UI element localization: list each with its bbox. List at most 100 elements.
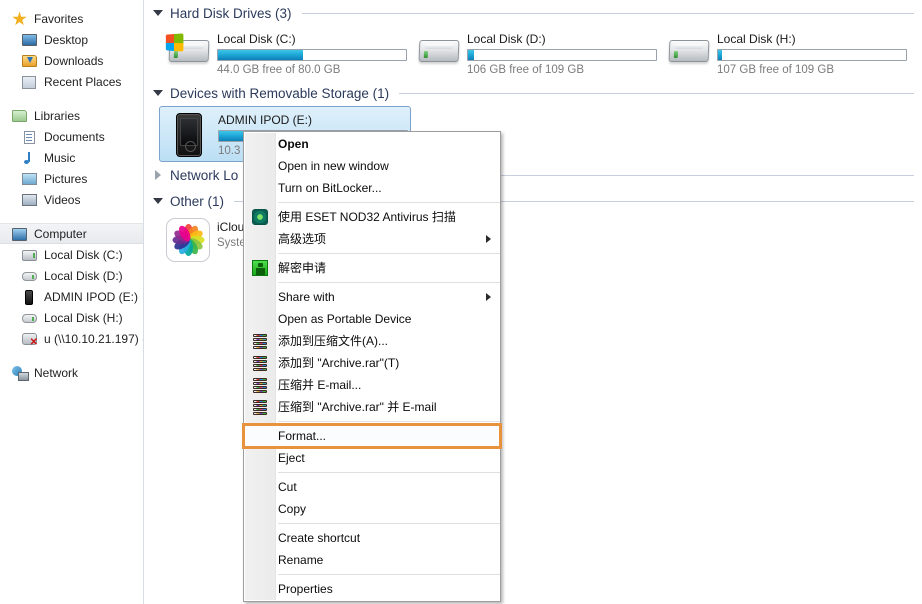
sidebar-item-videos[interactable]: Videos [0, 189, 143, 210]
group-header-hard-disk-drives[interactable]: Hard Disk Drives (3) [145, 0, 922, 26]
menu-item[interactable]: Format... [242, 423, 502, 449]
drive-tile[interactable]: Local Disk (H:) 107 GB free of 109 GB [659, 26, 909, 80]
sidebar-item-favorites[interactable]: Favorites [0, 8, 143, 29]
group-title: Hard Disk Drives (3) [170, 5, 292, 21]
menu-separator [278, 523, 500, 524]
sidebar-group-spacer [0, 210, 143, 223]
icloud-icon [163, 218, 213, 262]
sidebar-item-label: Recent Places [44, 74, 122, 89]
sidebar-item-u-10-10-21-197-z[interactable]: u (\\10.10.21.197) (Z: [0, 328, 143, 349]
sidebar-item-label: Local Disk (C:) [44, 247, 123, 262]
sidebar-item-local-disk-c[interactable]: Local Disk (C:) [0, 244, 143, 265]
context-menu[interactable]: Open Open in new window Turn on BitLocker.… [242, 131, 502, 602]
sidebar-item-pictures[interactable]: Pictures [0, 168, 143, 189]
chevron-down-icon[interactable] [153, 8, 163, 18]
drive-info: Local Disk (C:) 44.0 GB free of 80.0 GB [217, 30, 407, 76]
chevron-down-icon[interactable] [153, 196, 163, 206]
sidebar-item-local-disk-h[interactable]: Local Disk (H:) [0, 307, 143, 328]
menu-item[interactable]: Rename [244, 549, 500, 571]
desktop-icon [22, 32, 39, 48]
menu-item[interactable]: Share with [244, 286, 500, 308]
windows-logo-icon [165, 33, 184, 52]
sidebar-item-label: Desktop [44, 32, 89, 47]
menu-item-label: 添加到压缩文件(A)... [278, 334, 388, 348]
drive-name: ADMIN IPOD (E:) [218, 113, 313, 127]
menu-item-label: 添加到 "Archive.rar"(T) [278, 356, 400, 370]
menu-item[interactable]: Copy [244, 498, 500, 520]
drive-name: Local Disk (H:) [717, 32, 796, 46]
sidebar-item-label: Videos [44, 192, 81, 207]
menu-separator [278, 202, 500, 203]
sidebar-item-computer[interactable]: Computer [0, 223, 143, 244]
sidebar-item-label: Libraries [34, 108, 81, 123]
sidebar-item-admin-ipod-e[interactable]: ADMIN IPOD (E:) [0, 286, 143, 307]
menu-item[interactable]: 添加到压缩文件(A)... [244, 330, 500, 352]
menu-item[interactable]: Cut [244, 476, 500, 498]
sidebar-item-local-disk-d[interactable]: Local Disk (D:) [0, 265, 143, 286]
network-icon [12, 365, 29, 381]
menu-item-label: Open in new window [278, 159, 389, 173]
menu-item-label: 高级选项 [278, 232, 327, 246]
drive-tile[interactable]: Local Disk (C:) 44.0 GB free of 80.0 GB [159, 26, 409, 80]
menu-item-label: Turn on BitLocker... [278, 181, 382, 195]
sidebar-item-recent-places[interactable]: Recent Places [0, 71, 143, 92]
menu-item-label: 压缩到 "Archive.rar" 并 E-mail [278, 400, 437, 414]
downloads-folder-icon [22, 53, 39, 69]
hard-drive-icon [22, 310, 39, 326]
sidebar-item-label: Computer [34, 226, 87, 241]
menu-item[interactable]: Properties [244, 578, 500, 600]
hard-drive-windows-icon [22, 247, 39, 263]
menu-item[interactable]: Eject [244, 447, 500, 469]
sidebar-item-music[interactable]: Music [0, 147, 143, 168]
capacity-bar [217, 49, 407, 61]
drive-info: Local Disk (D:) 106 GB free of 109 GB [467, 30, 657, 76]
menu-item[interactable]: Open in new window [244, 155, 500, 177]
winrar-icon [252, 399, 268, 415]
sidebar-group-libraries: Libraries Documents Music Pictures Videos [0, 105, 143, 210]
menu-item-label: 压缩并 E-mail... [278, 378, 362, 392]
menu-item[interactable]: 添加到 "Archive.rar"(T) [244, 352, 500, 374]
ipod-icon [164, 111, 214, 157]
document-icon [22, 129, 39, 145]
decrypt-icon [252, 260, 268, 276]
group-header-removable-storage[interactable]: Devices with Removable Storage (1) [145, 80, 922, 106]
group-title: Other (1) [170, 193, 225, 209]
menu-item-label: Rename [278, 553, 324, 567]
chevron-right-icon[interactable] [153, 170, 163, 180]
menu-item[interactable]: 使用 ESET NOD32 Antivirus 扫描 [244, 206, 500, 228]
drive-free-space: 44.0 GB free of 80.0 GB [217, 64, 341, 76]
menu-item[interactable]: Open [244, 133, 500, 155]
sidebar-item-label: Pictures [44, 171, 88, 186]
capacity-bar-fill [468, 50, 474, 60]
menu-separator [278, 472, 500, 473]
group-divider [399, 92, 914, 94]
star-icon [12, 11, 29, 27]
sidebar-group-spacer [0, 92, 143, 105]
sidebar-item-downloads[interactable]: Downloads [0, 50, 143, 71]
menu-item-label: Properties [278, 582, 333, 596]
drive-tile[interactable]: Local Disk (D:) 106 GB free of 109 GB [409, 26, 659, 80]
menu-item-label: Copy [278, 502, 307, 516]
menu-item[interactable]: Turn on BitLocker... [244, 177, 500, 199]
menu-separator [278, 253, 500, 254]
chevron-down-icon[interactable] [153, 88, 163, 98]
sidebar-item-documents[interactable]: Documents [0, 126, 143, 147]
computer-icon [12, 226, 29, 242]
hard-drive-icon [22, 268, 39, 284]
group-title: Network Lo [170, 167, 239, 183]
winrar-icon [252, 377, 268, 393]
sidebar-item-desktop[interactable]: Desktop [0, 29, 143, 50]
menu-item[interactable]: Create shortcut [244, 527, 500, 549]
drive-info: Local Disk (H:) 107 GB free of 109 GB [717, 30, 907, 76]
sidebar-item-network[interactable]: Network [0, 362, 143, 383]
sidebar-item-label: Music [44, 150, 76, 165]
sidebar-item-libraries[interactable]: Libraries [0, 105, 143, 126]
menu-item[interactable]: 压缩并 E-mail... [244, 374, 500, 396]
menu-item[interactable]: 压缩到 "Archive.rar" 并 E-mail [244, 396, 500, 418]
video-icon [22, 192, 39, 208]
menu-item[interactable]: 高级选项 [244, 228, 500, 250]
capacity-bar [717, 49, 907, 61]
menu-item[interactable]: 解密申请 [244, 257, 500, 279]
group-title: Devices with Removable Storage (1) [170, 85, 390, 101]
menu-item[interactable]: Open as Portable Device [244, 308, 500, 330]
